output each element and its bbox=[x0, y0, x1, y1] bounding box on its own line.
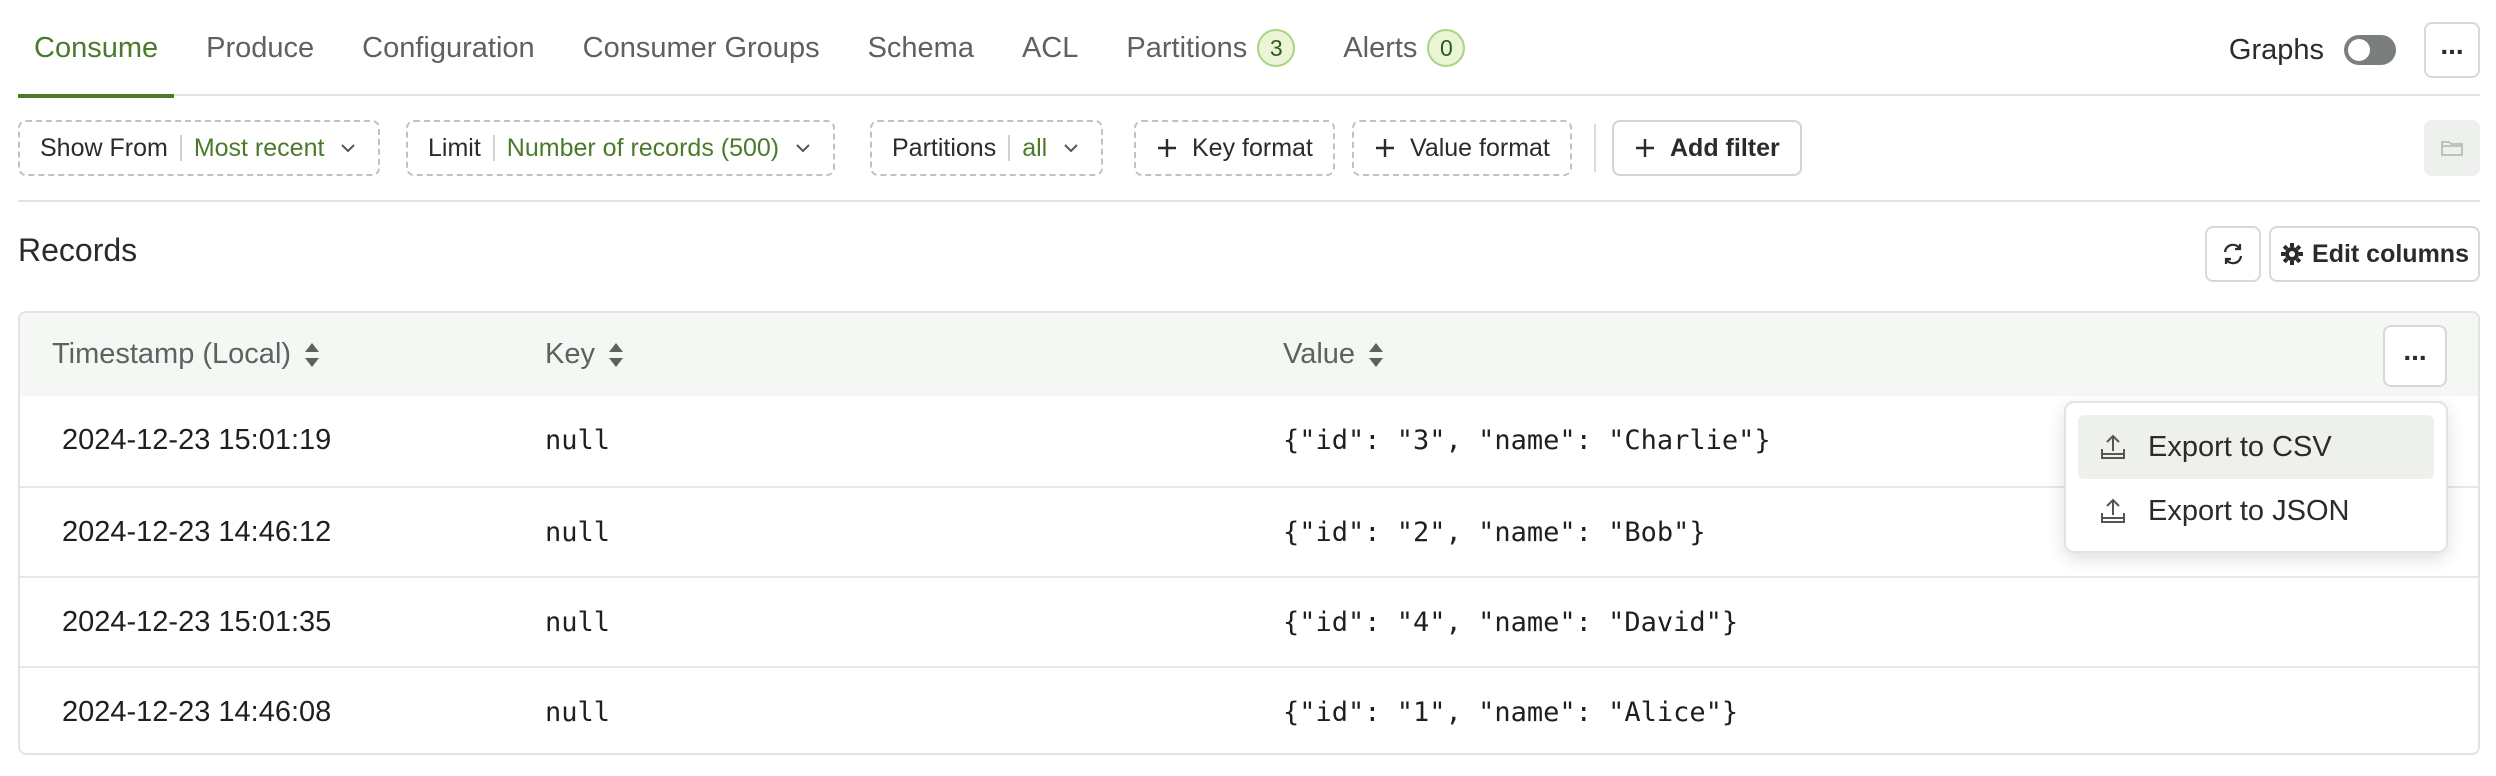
column-label: Timestamp (Local) bbox=[52, 338, 292, 370]
tab-label: Alerts bbox=[1343, 31, 1418, 64]
tab-label: Schema bbox=[867, 31, 974, 64]
export-menu: Export to CSV Export to JSON bbox=[2064, 401, 2448, 553]
filter-label: Partitions bbox=[892, 133, 997, 162]
button-label: Edit columns bbox=[2312, 239, 2469, 268]
cell-value: {"id": "3", "name": "Charlie"} bbox=[1283, 424, 1771, 456]
refresh-button[interactable] bbox=[2205, 226, 2261, 282]
tab-schema[interactable]: Schema bbox=[852, 0, 990, 96]
divider bbox=[179, 135, 182, 161]
filter-value: Number of records (500) bbox=[506, 133, 780, 162]
records-title: Records bbox=[18, 232, 138, 268]
chevron-down-icon bbox=[796, 144, 810, 153]
cell-timestamp: 2024-12-23 14:46:08 bbox=[62, 695, 332, 728]
graphs-toggle[interactable] bbox=[2344, 35, 2396, 65]
filter-value: all bbox=[1022, 133, 1048, 162]
button-label: Add filter bbox=[1670, 133, 1780, 162]
sort-icon bbox=[1369, 342, 1384, 367]
sort-icon bbox=[608, 342, 623, 367]
partitions-count-badge: 3 bbox=[1257, 29, 1296, 67]
filter-value: Most recent bbox=[193, 133, 325, 162]
tab-label: Partitions bbox=[1126, 31, 1248, 64]
tab-label: Produce bbox=[206, 31, 315, 64]
saved-filters-button[interactable] bbox=[2424, 120, 2480, 176]
folder-icon bbox=[2441, 141, 2463, 156]
cell-key: null bbox=[545, 696, 611, 728]
tab-bar-actions: Graphs ... bbox=[2229, 22, 2480, 78]
upload-icon bbox=[2101, 498, 2125, 523]
cell-timestamp: 2024-12-23 14:46:12 bbox=[62, 515, 332, 548]
tab-list: Consume Produce Configuration Consumer G… bbox=[18, 0, 1497, 98]
divider bbox=[492, 135, 495, 161]
limit-filter[interactable]: Limit Number of records (500) bbox=[406, 120, 836, 176]
add-filter-button[interactable]: Add filter bbox=[1612, 120, 1802, 176]
cell-value: {"id": "4", "name": "David"} bbox=[1283, 606, 1739, 638]
plus-icon bbox=[1636, 139, 1654, 157]
tab-alerts[interactable]: Alerts 0 bbox=[1327, 0, 1481, 96]
filter-label: Limit bbox=[428, 133, 481, 162]
tab-configuration[interactable]: Configuration bbox=[346, 0, 551, 96]
cell-timestamp: 2024-12-23 15:01:35 bbox=[62, 605, 332, 638]
tab-label: Consumer Groups bbox=[582, 31, 820, 64]
cell-key: null bbox=[545, 424, 611, 456]
plus-icon bbox=[1158, 139, 1176, 157]
export-json-menu-item[interactable]: Export to JSON bbox=[2078, 479, 2434, 543]
tab-label: Configuration bbox=[362, 31, 535, 64]
chevron-down-icon bbox=[1064, 144, 1078, 153]
button-label: Value format bbox=[1410, 133, 1550, 162]
gear-icon bbox=[2281, 243, 2304, 265]
ellipsis-icon: ... bbox=[2403, 335, 2427, 366]
column-label: Value bbox=[1283, 338, 1356, 370]
button-label: Key format bbox=[1192, 133, 1313, 162]
table-header: Timestamp (Local) Key Value ... bbox=[20, 313, 2478, 396]
menu-item-label: Export to CSV bbox=[2148, 430, 2332, 463]
key-format-button[interactable]: Key format bbox=[1134, 120, 1335, 176]
partitions-filter[interactable]: Partitions all bbox=[870, 120, 1104, 176]
alerts-count-badge: 0 bbox=[1427, 29, 1466, 67]
tab-label: Consume bbox=[34, 31, 159, 64]
menu-item-label: Export to JSON bbox=[2148, 494, 2350, 527]
table-row[interactable]: 2024-12-23 14:46:08 null {"id": "1", "na… bbox=[20, 666, 2478, 753]
upload-icon bbox=[2101, 434, 2125, 459]
column-header-value[interactable]: Value bbox=[1283, 313, 1385, 396]
toggle-knob bbox=[2348, 39, 2370, 61]
tab-consume[interactable]: Consume bbox=[18, 0, 175, 98]
cell-value: {"id": "1", "name": "Alice"} bbox=[1283, 696, 1739, 728]
tab-consumer-groups[interactable]: Consumer Groups bbox=[567, 0, 836, 96]
cell-key: null bbox=[545, 606, 611, 638]
refresh-icon bbox=[2223, 243, 2243, 265]
divider bbox=[1008, 135, 1011, 161]
filter-divider bbox=[1594, 124, 1596, 172]
tab-acl[interactable]: ACL bbox=[1006, 0, 1094, 96]
filter-label: Show From bbox=[40, 133, 168, 162]
section-divider bbox=[18, 200, 2480, 202]
topic-tab-bar: Consume Produce Configuration Consumer G… bbox=[18, 0, 2480, 98]
cell-timestamp: 2024-12-23 15:01:19 bbox=[62, 423, 332, 456]
tab-partitions[interactable]: Partitions 3 bbox=[1110, 0, 1311, 96]
show-from-filter[interactable]: Show From Most recent bbox=[18, 120, 381, 176]
edit-columns-button[interactable]: Edit columns bbox=[2269, 226, 2480, 282]
table-actions-button[interactable]: ... bbox=[2383, 325, 2447, 387]
header-more-button[interactable]: ... bbox=[2424, 22, 2480, 78]
table-row[interactable]: 2024-12-23 15:01:35 null {"id": "4", "na… bbox=[20, 576, 2478, 666]
column-header-key[interactable]: Key bbox=[545, 313, 625, 396]
plus-icon bbox=[1376, 139, 1394, 157]
export-csv-menu-item[interactable]: Export to CSV bbox=[2078, 415, 2434, 479]
cell-value: {"id": "2", "name": "Bob"} bbox=[1283, 516, 1706, 548]
graphs-label: Graphs bbox=[2228, 33, 2324, 66]
sort-icon bbox=[305, 342, 320, 367]
column-label: Key bbox=[545, 338, 595, 370]
filter-bar: Show From Most recent Limit Number of re… bbox=[18, 120, 2480, 176]
cell-key: null bbox=[545, 516, 611, 548]
tab-label: ACL bbox=[1021, 31, 1079, 64]
ellipsis-icon: ... bbox=[2440, 29, 2464, 60]
tab-produce[interactable]: Produce bbox=[190, 0, 330, 96]
value-format-button[interactable]: Value format bbox=[1352, 120, 1572, 176]
chevron-down-icon bbox=[341, 144, 356, 153]
column-header-timestamp[interactable]: Timestamp (Local) bbox=[52, 313, 321, 396]
